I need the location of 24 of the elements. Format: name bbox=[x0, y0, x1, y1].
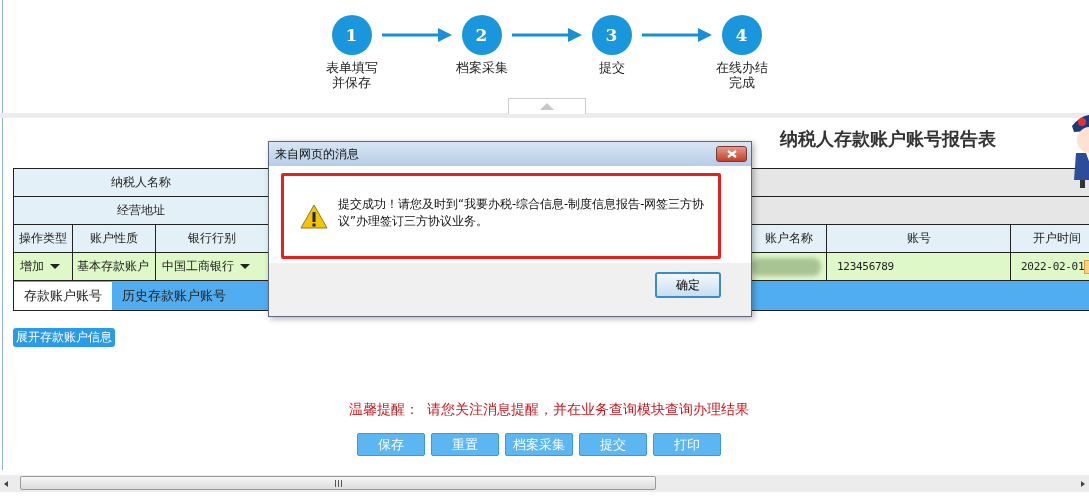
reminder-label: 温馨提醒： bbox=[348, 401, 419, 419]
form-title: 纳税人存款账户账号报告表 bbox=[780, 127, 996, 151]
table-cell: 基本存款账户 bbox=[72, 252, 156, 281]
column-header: 开户时间 bbox=[1010, 224, 1089, 253]
dialog-title: 来自网页的消息 bbox=[275, 145, 359, 163]
table-cell: 123456789 bbox=[826, 252, 1011, 281]
step-label: 提交 bbox=[597, 60, 626, 75]
step-number: 3 bbox=[591, 15, 632, 55]
date-value: 2022-02-01 bbox=[1021, 260, 1085, 273]
step-number: 1 bbox=[331, 15, 372, 55]
column-header: 账户性质 bbox=[72, 224, 156, 253]
column-header: 账户名称 bbox=[750, 224, 827, 253]
step-number: 4 bbox=[721, 15, 762, 55]
step-number: 2 bbox=[461, 15, 502, 55]
column-header: 操作类型 bbox=[13, 224, 73, 253]
step-label: 档案采集 bbox=[455, 60, 508, 75]
field-label: 纳税人名称 bbox=[13, 168, 269, 197]
column-header: 账号 bbox=[826, 224, 1011, 253]
dialog-message: 提交成功！请您及时到“我要办税-综合信息-制度信息报告-网签三方协议”办理签订三方协议业务。 bbox=[338, 196, 706, 230]
reminder-text: 请您关注消息提醒，并在业务查询模块查询办理结果 bbox=[426, 401, 749, 419]
field-label: 经营地址 bbox=[13, 196, 269, 225]
step-label: 表单填写并保存 bbox=[325, 60, 378, 90]
step-label: 在线办结完成 bbox=[715, 60, 768, 90]
column-header: 银行行别 bbox=[155, 224, 269, 253]
